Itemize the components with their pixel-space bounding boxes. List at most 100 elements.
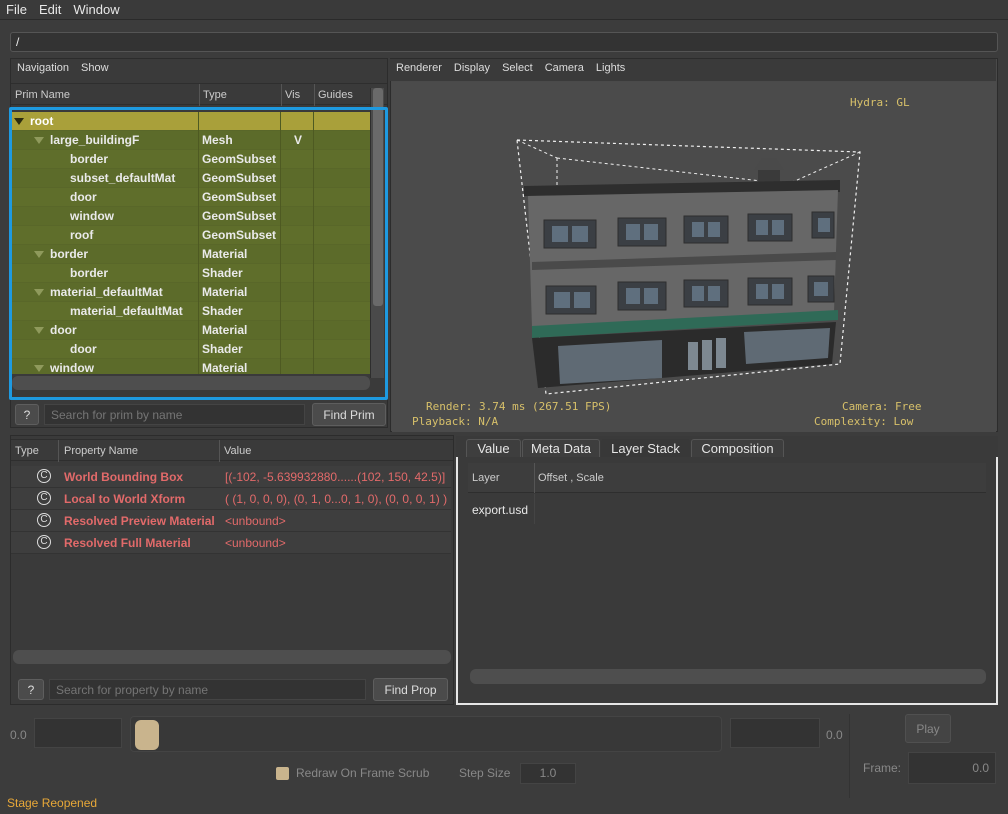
col-vis[interactable]: Vis	[285, 89, 300, 101]
menu-camera[interactable]: Camera	[545, 62, 584, 74]
prim-name: border	[70, 266, 109, 280]
hud-complexity: Complexity: Low	[814, 415, 914, 428]
prim-tree[interactable]: root large_buildingF Mesh Vborder GeomSubset…	[10, 112, 370, 374]
prim-name: border	[70, 152, 109, 166]
tree-row[interactable]: roof GeomSubset	[10, 226, 370, 245]
property-row[interactable]: C Local to World Xform ( (1, 0, 0, 0), (0,…	[11, 488, 451, 510]
prim-name: subset_defaultMat	[70, 171, 176, 185]
tree-row[interactable]: border Shader	[10, 264, 370, 283]
prim-tree-header: Prim Name Type Vis Guides	[11, 83, 387, 106]
prim-browser-menu: Navigation Show	[11, 59, 387, 79]
tree-row[interactable]: door Material	[10, 321, 370, 340]
building-render	[516, 139, 861, 395]
menu-lights[interactable]: Lights	[596, 62, 625, 74]
find-prim-button[interactable]: Find Prim	[312, 403, 386, 426]
tab-value[interactable]: Value	[466, 439, 521, 458]
menu-display[interactable]: Display	[454, 62, 490, 74]
col-value[interactable]: Value	[224, 445, 251, 457]
expand-triangle-icon[interactable]	[34, 365, 44, 373]
tab-meta-data[interactable]: Meta Data	[522, 439, 600, 458]
tree-row[interactable]: door GeomSubset	[10, 188, 370, 207]
expand-triangle-icon[interactable]	[34, 251, 44, 259]
layer-row[interactable]: export.usd	[468, 494, 986, 524]
col-property-name[interactable]: Property Name	[64, 445, 138, 457]
property-value: <unbound>	[225, 536, 286, 550]
prop-help-button[interactable]: ?	[18, 679, 44, 700]
3d-viewport[interactable]: Hydra: GL Render: 3.74 ms (267.51 FPS) P…	[392, 82, 996, 432]
layer-hscroll[interactable]	[470, 669, 986, 684]
prim-name: door	[50, 323, 77, 337]
property-search-input[interactable]	[49, 679, 366, 700]
prim-name: material_defaultMat	[70, 304, 183, 318]
prim-type: Mesh	[202, 133, 233, 147]
col-divider	[199, 84, 200, 106]
scroll-thumb[interactable]	[373, 88, 383, 306]
prim-name: window	[70, 209, 114, 223]
tree-row[interactable]: border Material	[10, 245, 370, 264]
expand-triangle-icon[interactable]	[34, 327, 44, 335]
play-button[interactable]: Play	[905, 714, 951, 743]
property-value: [(-102, -5.639932880......(102, 150, 42.…	[225, 470, 446, 484]
frame-label: Frame:	[863, 761, 902, 775]
tree-row-root[interactable]: root	[10, 112, 370, 131]
property-name: Resolved Preview Material	[64, 514, 215, 528]
menu-select[interactable]: Select	[502, 62, 533, 74]
prim-type: GeomSubset	[202, 152, 277, 166]
tab-layer-stack[interactable]: Layer Stack	[601, 439, 690, 458]
expand-triangle-icon[interactable]	[34, 137, 44, 145]
col-divider	[314, 84, 315, 106]
menu-navigation[interactable]: Navigation	[17, 62, 69, 74]
col-type[interactable]: Type	[203, 89, 227, 101]
prim-type: GeomSubset	[202, 171, 277, 185]
step-size-field[interactable]: 1.0	[520, 763, 576, 784]
menu-window[interactable]: Window	[67, 0, 125, 17]
prim-type: Material	[202, 247, 248, 261]
prim-name: door	[70, 190, 97, 204]
tree-row[interactable]: door Shader	[10, 340, 370, 359]
property-hscroll[interactable]	[13, 650, 451, 664]
prim-tree-hscroll[interactable]	[12, 376, 370, 390]
property-row[interactable]: C World Bounding Box [(-102, -5.639932880.…	[11, 466, 451, 488]
property-name: Resolved Full Material	[64, 536, 191, 550]
col-offset-scale[interactable]: Offset , Scale	[538, 472, 604, 484]
range-end-field[interactable]	[730, 718, 820, 748]
redraw-checkbox[interactable]	[276, 767, 289, 780]
prim-help-button[interactable]: ?	[15, 404, 39, 425]
expand-triangle-icon[interactable]	[14, 118, 24, 126]
prim-name: material_defaultMat	[50, 285, 163, 299]
prim-visibility[interactable]: V	[294, 133, 302, 147]
tree-row[interactable]: material_defaultMat Shader	[10, 302, 370, 321]
frame-field[interactable]: 0.0	[908, 752, 996, 784]
range-start-field[interactable]	[34, 718, 122, 748]
col-guides[interactable]: Guides	[318, 89, 353, 101]
col-layer[interactable]: Layer	[472, 472, 500, 484]
expand-triangle-icon[interactable]	[34, 289, 44, 297]
timeline-bar: 0.0 0.0 Play Redraw On Frame Scrub Step …	[0, 706, 1008, 798]
frame-slider-handle[interactable]	[135, 720, 159, 750]
property-row[interactable]: C Resolved Full Material <unbound>	[11, 532, 451, 554]
layer-name: export.usd	[472, 503, 529, 517]
col-prop-type[interactable]: Type	[15, 445, 39, 457]
find-prop-button[interactable]: Find Prop	[373, 678, 448, 701]
menu-file[interactable]: File	[0, 0, 33, 17]
menu-renderer[interactable]: Renderer	[396, 62, 442, 74]
frame-slider[interactable]	[130, 716, 722, 752]
menu-edit[interactable]: Edit	[33, 0, 67, 17]
col-divider	[58, 440, 59, 462]
tree-row[interactable]: window GeomSubset	[10, 207, 370, 226]
prim-tree-vscroll[interactable]	[370, 88, 384, 378]
menu-show[interactable]: Show	[81, 62, 109, 74]
tab-composition[interactable]: Composition	[691, 439, 784, 458]
tree-row[interactable]: large_buildingF Mesh V	[10, 131, 370, 150]
prim-type: Material	[202, 285, 248, 299]
tree-row[interactable]: border GeomSubset	[10, 150, 370, 169]
prim-name: root	[30, 114, 54, 128]
path-field[interactable]: /	[10, 32, 998, 52]
property-row[interactable]: C Resolved Preview Material <unbound>	[11, 510, 451, 532]
tree-row[interactable]: subset_defaultMat GeomSubset	[10, 169, 370, 188]
tree-row[interactable]: material_defaultMat Material	[10, 283, 370, 302]
col-prim-name[interactable]: Prim Name	[15, 89, 70, 101]
prim-type: GeomSubset	[202, 228, 277, 242]
prim-search-input[interactable]	[44, 404, 305, 425]
tree-row[interactable]: window Material	[10, 359, 370, 374]
